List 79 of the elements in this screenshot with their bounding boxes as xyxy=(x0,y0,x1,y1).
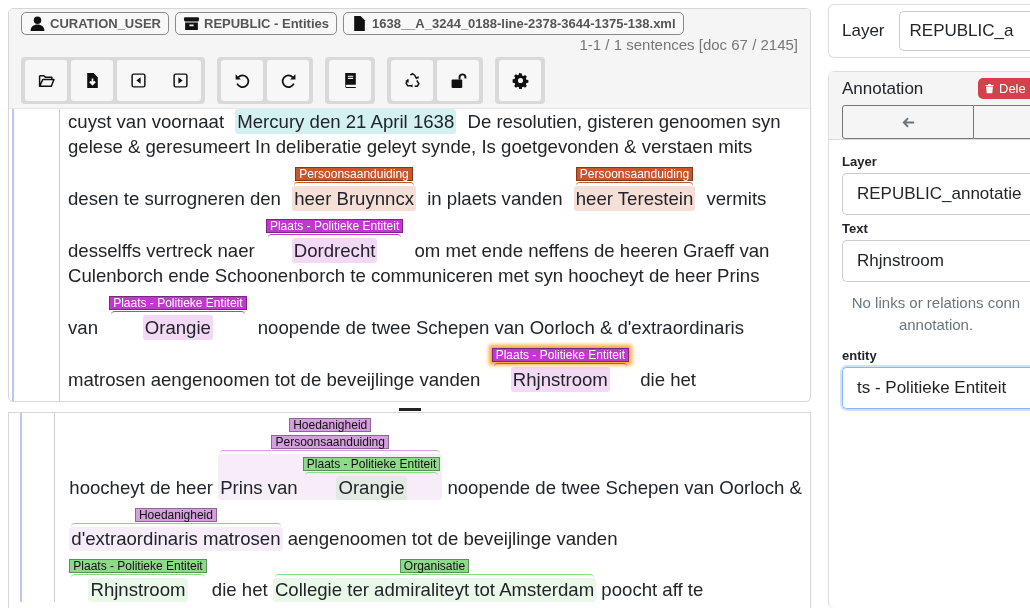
text-run: Prins van xyxy=(220,476,299,500)
settings-icon xyxy=(511,72,529,89)
annotated-text[interactable]: d'extraordinaris matrosen xyxy=(69,527,283,551)
user-badge: CURATION_USER xyxy=(21,12,169,35)
annotation-label[interactable]: Organisatie xyxy=(399,559,470,573)
text-run: die het xyxy=(210,578,269,602)
previous-document-button[interactable] xyxy=(117,60,159,101)
annotation-label[interactable]: Hoedanigheid xyxy=(134,508,217,522)
text-run: desselffs vertreck naer xyxy=(68,239,256,263)
annotation-label[interactable]: Persoonsaanduiding xyxy=(295,167,413,181)
info-text: No links or relations conn xyxy=(850,293,1022,313)
field-label: Text xyxy=(842,221,869,236)
text-run: aengenoomen tot de beveijlinge vanden xyxy=(286,527,618,551)
user-icon xyxy=(29,15,46,32)
annotated-text[interactable]: Mercury den 21 April 1638 xyxy=(235,109,457,134)
field-label: Layer xyxy=(842,154,878,169)
next-document-button[interactable] xyxy=(159,60,201,101)
text-run: cuyst van voornaat xyxy=(68,110,226,134)
annotation-label[interactable]: Persoonsaanduiding xyxy=(271,435,389,449)
next-annotation-button[interactable] xyxy=(974,105,1030,139)
text-run: De resolutien, gisteren genoomen syn xyxy=(466,110,781,134)
annotated-text[interactable]: Dordrecht xyxy=(291,238,378,263)
info-text: annotation. xyxy=(897,315,975,335)
text-run: in plaets vanden xyxy=(426,187,564,211)
text-run: hoocheyt de heer xyxy=(69,476,214,500)
layer-dropdown[interactable]: REPUBLIC_a xyxy=(898,11,1030,51)
annotation-label[interactable]: Plaats - Politieke Entiteit xyxy=(69,559,207,573)
previous-annotation-button[interactable] xyxy=(842,105,974,139)
redo-button[interactable] xyxy=(267,60,309,101)
reset-button[interactable] xyxy=(391,60,433,101)
annotated-text[interactable]: Collegie ter admiraliteyt tot Amsterdam xyxy=(272,578,597,602)
delete-button[interactable]: Dele xyxy=(978,78,1030,99)
input-field[interactable]: REPUBLIC_annotatie xyxy=(842,173,1030,215)
text-run: gelese & geresumeert In deliberatie geleyt synde, Is goetgevonden & verstaen mits xyxy=(68,135,753,159)
export-button[interactable] xyxy=(71,60,113,101)
annotated-text[interactable]: Rhjnstroom xyxy=(510,367,610,392)
archive-icon xyxy=(183,15,200,32)
unlock-icon xyxy=(449,72,467,89)
text-run: van xyxy=(68,316,99,340)
annotated-text[interactable]: Orangie xyxy=(142,315,213,340)
field-label: entity xyxy=(842,348,878,363)
annotation-label[interactable]: Plaats - Politieke Entiteit xyxy=(109,296,247,310)
undo-icon xyxy=(233,72,251,89)
recycle-icon xyxy=(403,72,421,89)
finish-document-button[interactable] xyxy=(437,60,479,101)
annotation-label[interactable]: Plaats - Politieke Entiteit xyxy=(491,348,630,362)
text-run: vermits xyxy=(705,187,767,211)
undo-button[interactable] xyxy=(221,60,263,101)
splitter-handle[interactable] xyxy=(398,408,421,411)
annotation-span[interactable]: Prins van Plaats - Politieke Entiteit Orangie xyxy=(218,454,443,500)
annotated-text[interactable]: Rhjnstroom xyxy=(88,578,188,602)
annotation-title: Annotation xyxy=(842,78,925,99)
text-run: noopende de twee Schepen van Oorloch & xyxy=(446,476,802,500)
caret-left-square-icon xyxy=(129,72,147,89)
text-run: desen te surrogneren den xyxy=(68,187,282,211)
annotated-text[interactable]: heer Bruynncx xyxy=(292,186,416,211)
layer-label: Layer xyxy=(842,21,885,41)
annotated-text[interactable]: heer Terestein xyxy=(573,186,696,211)
annotation-label[interactable]: Plaats - Politieke Entiteit xyxy=(302,457,441,471)
redo-icon xyxy=(279,72,297,89)
text-run: noopende de twee Schepen van Oorloch & d'extraordinaris xyxy=(256,316,744,340)
folder-open-icon xyxy=(37,72,55,89)
project-badge: REPUBLIC - Entities xyxy=(175,12,337,35)
annotation-label[interactable]: Persoonsaanduiding xyxy=(575,167,694,181)
text-run: matrosen aengenoomen tot de beveijlinge vanden xyxy=(68,368,482,392)
annotation-label[interactable]: Plaats - Politieke Entiteit xyxy=(265,219,404,233)
text-run: die het xyxy=(639,368,697,392)
annotated-text[interactable]: Orangie xyxy=(336,476,407,500)
text-run: Culenborch ende Schoonenborch te communiceren met syn hoocheyt de heer Prins xyxy=(68,264,760,288)
input-field[interactable]: ts - Politieke Entiteit xyxy=(842,367,1030,409)
document-position: 1-1 / 1 sentences [doc 67 / 2145] xyxy=(579,36,798,53)
trash-icon xyxy=(984,83,995,94)
caret-right-square-icon xyxy=(171,72,189,89)
open-document-button[interactable] xyxy=(25,60,67,101)
input-field[interactable]: Rhjnstroom xyxy=(842,240,1030,282)
annotation-label[interactable]: Hoedanigheid xyxy=(289,418,372,432)
document-badge: 1638__A_3244_0188-line-2378-3644-1375-138.xml xyxy=(342,12,684,35)
text-run: poocht aff te xyxy=(600,578,704,602)
text-run: om met ende neffens de heeren Graeff van xyxy=(413,239,770,263)
